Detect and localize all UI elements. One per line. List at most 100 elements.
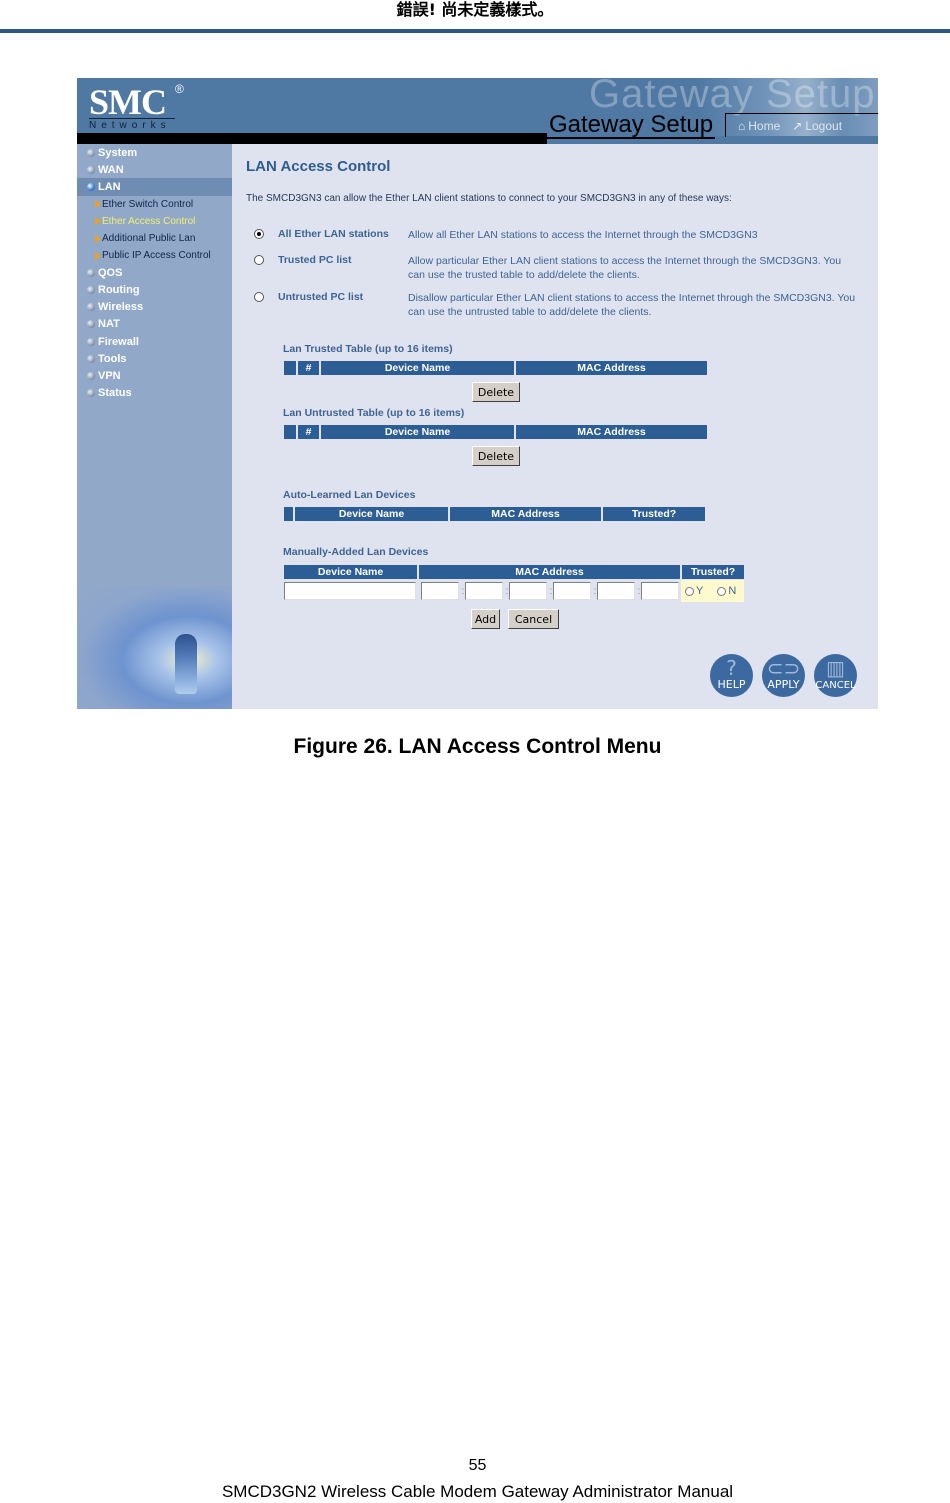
smc-logo: SMC	[89, 82, 167, 122]
top-nav: ⌂ Home ↗ Logout	[725, 113, 878, 137]
sidebar-item-label: Routing	[98, 284, 140, 297]
banner: SMC ® Networks Gateway Setup Gateway Set…	[77, 78, 878, 144]
sidebar-subitem-label: Ether Switch Control	[102, 198, 194, 210]
column-header-trusted: Trusted?	[603, 507, 705, 521]
option-all-stations: All Ether LAN stations Allow all Ether L…	[254, 228, 858, 242]
mac-octet-6-input[interactable]	[641, 582, 679, 600]
column-header-trusted: Trusted?	[682, 565, 744, 579]
main-content: LAN Access Control The SMCD3GN3 can allo…	[232, 144, 878, 709]
trusted-no-radio[interactable]	[717, 586, 727, 596]
option-untrusted-list: Untrusted PC list Disallow particular Et…	[254, 291, 858, 319]
bullet-icon	[87, 148, 95, 157]
bullet-icon	[87, 286, 95, 295]
document-footer: SMCD3GN2 Wireless Cable Modem Gateway Ad…	[221, 1482, 734, 1501]
mac-octet-2-input[interactable]	[465, 582, 503, 600]
sidebar-subitem-public-ip-access-control[interactable]: Public IP Access Control	[77, 247, 232, 264]
home-icon: ⌂	[738, 118, 746, 133]
bullet-icon	[87, 389, 95, 398]
sidebar-item-label: QOS	[98, 266, 123, 279]
column-header-select	[284, 361, 296, 375]
sidebar-item-nat[interactable]: NAT	[77, 316, 232, 333]
cancel-round-label: CANCEL	[815, 680, 856, 691]
sidebar-item-system[interactable]: System	[77, 144, 232, 161]
logout-icon: ↗	[792, 118, 803, 133]
mac-octet-1-input[interactable]	[421, 582, 459, 600]
sidebar-item-status[interactable]: Status	[77, 385, 232, 402]
logout-label: Logout	[805, 118, 843, 133]
trusted-table-header: # Device Name MAC Address	[284, 361, 709, 375]
option-trusted-list: Trusted PC list Allow particular Ether L…	[254, 254, 858, 282]
untrusted-delete-button[interactable]: Delete	[472, 446, 520, 466]
column-header-device-name: Device Name	[284, 565, 417, 579]
sidebar-subitem-additional-public-lan[interactable]: Additional Public Lan	[77, 230, 232, 247]
sidebar-item-tools[interactable]: Tools	[77, 350, 232, 367]
triangle-icon	[95, 200, 101, 209]
logout-link[interactable]: ↗ Logout	[792, 119, 842, 133]
column-header-select	[284, 507, 293, 521]
trusted-yes-radio[interactable]	[685, 586, 694, 596]
option-description: Allow particular Ether LAN client statio…	[408, 255, 842, 281]
sidebar-item-lan[interactable]: LAN	[77, 178, 232, 196]
sidebar-item-label: Tools	[98, 352, 127, 365]
option-label: Trusted PC list	[278, 254, 352, 266]
sidebar-item-wan[interactable]: WAN	[77, 161, 232, 178]
option-description: Disallow particular Ether LAN client sta…	[408, 292, 856, 318]
mac-octet-5-input[interactable]	[597, 582, 635, 600]
column-header-mac-address: MAC Address	[450, 507, 601, 521]
option-label: Untrusted PC list	[278, 291, 364, 303]
bullet-icon	[87, 372, 95, 381]
sidebar-subitem-label: Additional Public Lan	[102, 233, 196, 245]
column-header-device-name: Device Name	[321, 425, 514, 439]
sidebar-item-wireless[interactable]: Wireless	[77, 299, 232, 316]
sidebar-subitem-label: Public IP Access Control	[102, 250, 211, 262]
page-number: 55	[468, 1457, 487, 1474]
apply-button[interactable]: ⊂⊃ APPLY	[762, 654, 805, 697]
column-header-device-name: Device Name	[295, 507, 448, 521]
sidebar-item-label: Wireless	[98, 301, 144, 314]
gateway-screenshot: SMC ® Networks Gateway Setup Gateway Set…	[77, 78, 878, 709]
sidebar-subitem-label: Ether Access Control	[102, 215, 196, 227]
banner-black-bar	[77, 133, 547, 144]
bullet-active-icon	[87, 182, 95, 191]
cancel-round-button[interactable]: ▥ CANCEL	[814, 654, 857, 697]
help-button[interactable]: ? HELP	[710, 654, 753, 697]
sidebar-item-label: VPN	[98, 370, 121, 383]
trusted-delete-button[interactable]: Delete	[472, 382, 520, 402]
column-header-select	[284, 425, 296, 439]
radio-trusted-list[interactable]	[254, 255, 264, 265]
mac-octet-4-input[interactable]	[553, 582, 591, 600]
sidebar-item-firewall[interactable]: Firewall	[77, 333, 232, 350]
triangle-icon	[95, 251, 101, 260]
manual-devices-title: Manually-Added Lan Devices	[283, 546, 429, 558]
banner-title: Gateway Setup	[547, 111, 716, 139]
sidebar-item-vpn[interactable]: VPN	[77, 367, 232, 384]
cancel-button[interactable]: Cancel	[508, 609, 559, 629]
bullet-icon	[87, 354, 95, 363]
bullet-icon	[87, 165, 95, 174]
sidebar-subitem-ether-switch-control[interactable]: Ether Switch Control	[77, 196, 232, 213]
manual-device-row: : : : : : Y N	[284, 580, 744, 602]
device-name-input[interactable]	[284, 582, 416, 600]
document-header-title: 錯誤! 尚未定義樣式。	[396, 0, 554, 19]
intro-text: The SMCD3GN3 can allow the Ether LAN cli…	[246, 193, 732, 204]
manual-table-header: Device Name MAC Address Trusted?	[284, 565, 746, 579]
bullet-icon	[87, 303, 95, 312]
sidebar-item-routing[interactable]: Routing	[77, 282, 232, 299]
triangle-icon	[95, 234, 101, 243]
radio-all-stations[interactable]	[254, 229, 264, 239]
sidebar-item-label: LAN	[98, 180, 121, 193]
radio-untrusted-list[interactable]	[254, 292, 264, 302]
column-header-mac-address: MAC Address	[516, 361, 707, 375]
add-button[interactable]: Add	[471, 609, 500, 629]
question-mark-icon: ?	[726, 656, 737, 680]
mac-octet-3-input[interactable]	[509, 582, 547, 600]
column-header-mac-address: MAC Address	[516, 425, 707, 439]
untrusted-table-header: # Device Name MAC Address	[284, 425, 709, 439]
column-header-mac-address: MAC Address	[419, 565, 680, 579]
pill-icon: ⊂⊃	[766, 656, 801, 680]
sidebar-item-qos[interactable]: QOS	[77, 264, 232, 281]
sidebar-item-label: Status	[98, 387, 132, 400]
column-header-number: #	[298, 425, 319, 439]
sidebar-subitem-ether-access-control[interactable]: Ether Access Control	[77, 213, 232, 230]
home-link[interactable]: ⌂ Home	[738, 119, 780, 133]
